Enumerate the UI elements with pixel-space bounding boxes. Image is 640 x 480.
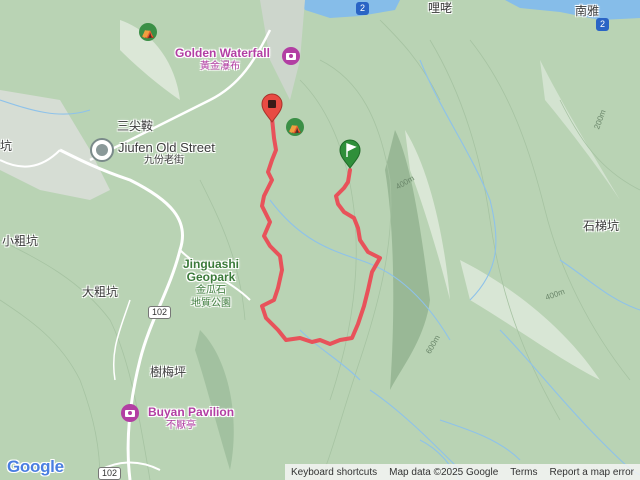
keyboard-shortcuts-link[interactable]: Keyboard shortcuts: [285, 467, 383, 478]
jiufen-label[interactable]: Jiufen Old Street 九份老街: [118, 141, 215, 167]
golden-waterfall-label[interactable]: Golden Waterfall 黃金瀑布: [175, 47, 270, 73]
buyan-en: Buyan Pavilion: [148, 405, 235, 419]
jinguashi-label[interactable]: Jinguashi Geopark 金瓜石 地質公園: [183, 258, 239, 310]
town-xiaozukeng[interactable]: 小粗坑: [2, 235, 38, 248]
camera-icon-buyan[interactable]: [121, 404, 139, 422]
town-keng[interactable]: 坑: [0, 140, 12, 153]
jinguashi-zh1: 金瓜石: [196, 285, 226, 296]
golden-waterfall-zh: 黃金瀑布: [200, 61, 240, 72]
jiufen-en: Jiufen Old Street: [118, 140, 215, 155]
buyan-zh: 不厭亭: [166, 420, 196, 431]
town-nanya[interactable]: 南雅: [575, 5, 599, 18]
report-error-link[interactable]: Report a map error: [544, 467, 640, 478]
town-shumeiping[interactable]: 樹梅坪: [150, 366, 186, 379]
town-shitikeng[interactable]: 石梯坑: [583, 220, 619, 233]
landmark-icon-jiufen[interactable]: [90, 138, 114, 162]
camera-icon-golden-waterfall[interactable]: [282, 47, 300, 65]
town-dazukeng[interactable]: 大粗坑: [82, 286, 118, 299]
road-shield-102-south: 102: [98, 467, 122, 480]
jiufen-zh: 九份老街: [144, 155, 184, 166]
attribution-bar: Keyboard shortcuts Map data ©2025 Google…: [284, 464, 640, 480]
golden-waterfall-en: Golden Waterfall: [175, 46, 270, 60]
svg-text:⛺: ⛺: [288, 121, 302, 134]
road-shield-2-west: 2: [356, 2, 370, 15]
terrain-map[interactable]: ⛺ ⛺: [0, 0, 640, 480]
road-shield-2-east: 2: [596, 18, 610, 31]
google-logo-text: Google: [7, 457, 64, 476]
svg-text:⛺: ⛺: [141, 26, 155, 39]
town-sanjianan[interactable]: 三尖鞍: [117, 120, 153, 133]
map-data-text: Map data ©2025 Google: [389, 466, 499, 478]
jinguashi-zh2: 地質公園: [191, 298, 231, 309]
google-logo[interactable]: Google: [7, 457, 64, 477]
road-shield-102-north: 102: [148, 306, 172, 319]
terms-link[interactable]: Terms: [504, 467, 543, 478]
buyan-label[interactable]: Buyan Pavilion 不厭亭: [148, 406, 234, 432]
town-liqi[interactable]: 哩咾: [428, 2, 452, 15]
park-icon-north[interactable]: ⛺: [139, 23, 157, 41]
jinguashi-en2: Geopark: [186, 270, 236, 284]
park-icon-waterfall[interactable]: ⛺: [286, 118, 304, 136]
